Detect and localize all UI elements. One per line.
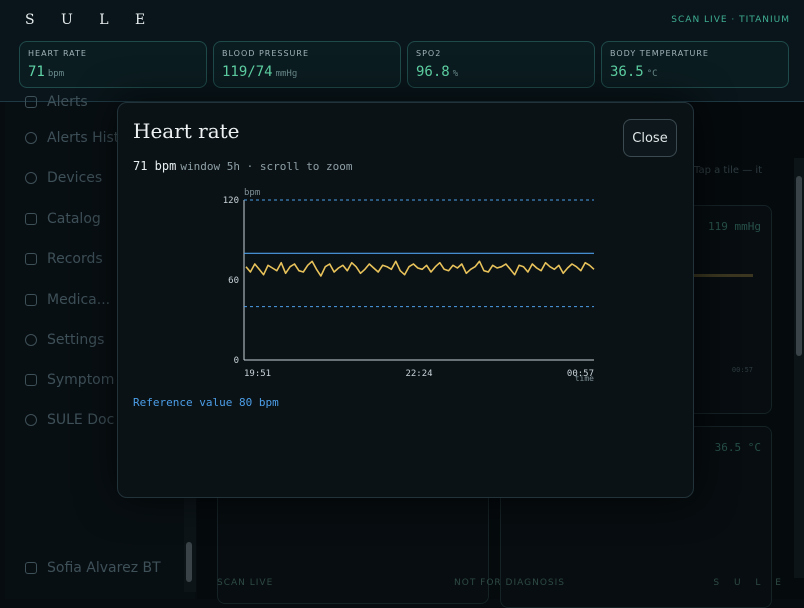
- sidebar-item-label: Alerts Hist: [47, 130, 120, 146]
- sidebar-item-records[interactable]: Records: [25, 248, 103, 270]
- hint-text: Tap a tile — it: [694, 165, 763, 176]
- sidebar-item-label: Alerts: [47, 94, 88, 110]
- sidebar-user[interactable]: Sofia Alvarez BT: [25, 557, 161, 579]
- sidebar-item-label: Catalog: [47, 211, 101, 227]
- bg-card-time: 00:57: [731, 366, 753, 374]
- sidebar-item-devices[interactable]: Devices: [25, 167, 102, 189]
- vital-label: HEART RATE: [28, 49, 87, 58]
- sidebar-item-symptom-journal[interactable]: Symptom J: [25, 369, 123, 391]
- gear-icon: [25, 334, 37, 346]
- vital-value: 119/74 mmHg: [222, 64, 298, 80]
- y-tick-label: 120: [223, 196, 239, 206]
- sidebar-item-alerts[interactable]: Alerts: [25, 91, 88, 113]
- x-axis-label: time: [575, 374, 594, 383]
- sidebar-item-sule-doc[interactable]: SULE Doc: [25, 409, 114, 431]
- history-icon: [25, 132, 37, 144]
- book-icon: [25, 213, 37, 225]
- vital-label: BODY TEMPERATURE: [610, 49, 709, 58]
- user-icon: [25, 562, 37, 574]
- sidebar-item-catalog[interactable]: Catalog: [25, 208, 101, 230]
- vitals-row: HEART RATE 71 bpm BLOOD PRESSURE 119/74 mm…: [19, 41, 789, 88]
- footer: SCAN LIVE NOT FOR DIAGNOSIS S U L E: [217, 578, 787, 594]
- top-bar: S U L E SCAN LIVE · TITANIUM HEART RATE …: [0, 0, 804, 102]
- file-icon: [25, 253, 37, 265]
- sidebar-item-alerts-history[interactable]: Alerts Hist: [25, 127, 119, 149]
- scrollbar-thumb[interactable]: [186, 542, 192, 582]
- vital-tile-body-temperature[interactable]: BODY TEMPERATURE 36.5 °C: [601, 41, 789, 88]
- footer-brand: S U L E: [713, 578, 787, 588]
- chat-icon: [25, 294, 37, 306]
- vital-value: 71 bpm: [28, 64, 65, 80]
- vital-label: SPO2: [416, 49, 442, 58]
- y-tick-label: 0: [234, 356, 239, 366]
- heart-rate-chart[interactable]: 060120bpm19:51 22:24 00:57time: [118, 103, 693, 393]
- scan-status: SCAN LIVE · TITANIUM: [671, 15, 790, 25]
- y-tick-label: 60: [228, 276, 239, 286]
- reference-value-text: Reference value 80 bpm: [133, 396, 279, 409]
- sidebar-item-medical[interactable]: Medica...: [25, 289, 110, 311]
- vital-tile-heart-rate[interactable]: HEART RATE 71 bpm: [19, 41, 207, 88]
- sidebar-item-label: SULE Doc: [47, 412, 115, 428]
- sidebar-item-label: Medica...: [47, 292, 111, 308]
- main-scrollbar[interactable]: [794, 158, 804, 578]
- bg-card-value: 36.5 °C: [714, 441, 761, 454]
- sidebar-item-settings[interactable]: Settings: [25, 329, 104, 351]
- heart-rate-modal: Heart rate Close 71 bpm window 5h · scrol…: [117, 102, 694, 498]
- vital-label: BLOOD PRESSURE: [222, 49, 310, 58]
- vital-tile-blood-pressure[interactable]: BLOOD PRESSURE 119/74 mmHg: [213, 41, 401, 88]
- bg-card-value: 119 mmHg: [708, 220, 761, 233]
- bell-icon: [25, 96, 37, 108]
- edit-icon: [25, 374, 37, 386]
- sidebar-item-label: Settings: [47, 332, 105, 348]
- bg-card-trace: [691, 274, 753, 277]
- heart-rate-series-line: [245, 260, 595, 277]
- x-tick-label: 19:51: [244, 369, 271, 379]
- sidebar-item-label: Devices: [47, 170, 103, 186]
- sidebar-item-label: Records: [47, 251, 103, 267]
- vital-value: 96.8%: [416, 64, 459, 80]
- user-name: Sofia Alvarez BT: [47, 560, 161, 576]
- sidebar-item-label: Symptom J: [47, 372, 123, 388]
- y-axis-label: bpm: [244, 188, 260, 198]
- footer-status: SCAN LIVE: [217, 578, 274, 588]
- x-tick-label: 22:24: [405, 369, 432, 379]
- brand-logo: S U L E: [25, 12, 157, 28]
- watch-icon: [25, 172, 37, 184]
- stethoscope-icon: [25, 414, 37, 426]
- vital-value: 36.5 °C: [610, 64, 658, 80]
- vital-tile-spo2[interactable]: SPO2 96.8%: [407, 41, 595, 88]
- footer-disclaimer: NOT FOR DIAGNOSIS: [454, 578, 566, 588]
- scrollbar-thumb[interactable]: [796, 176, 802, 356]
